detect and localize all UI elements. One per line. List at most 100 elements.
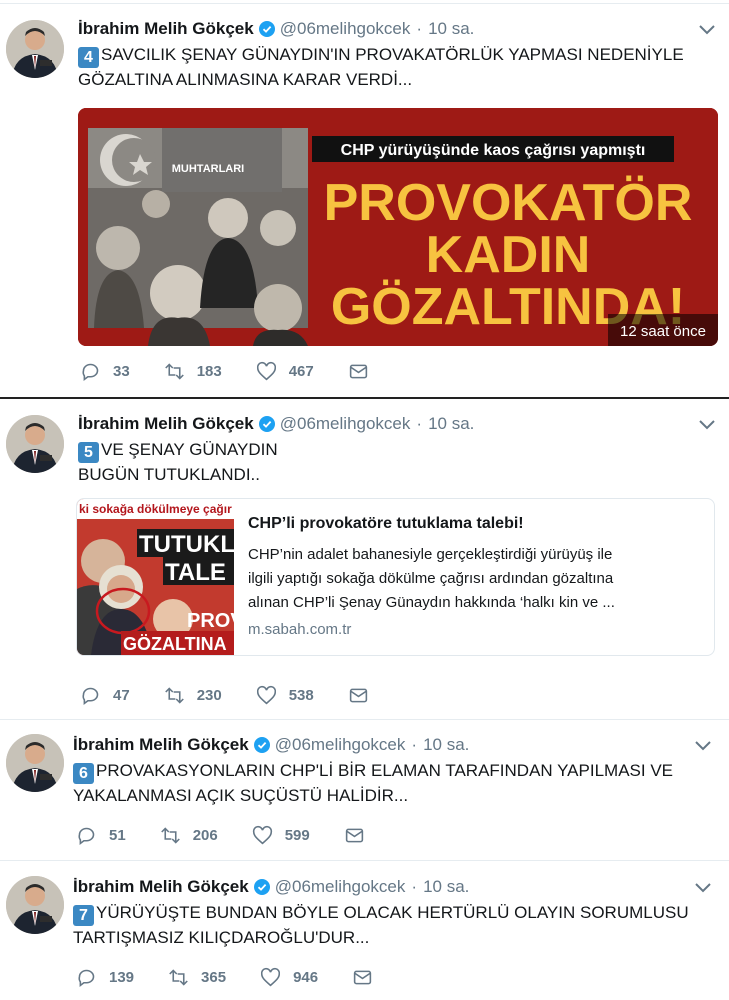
verified-icon	[258, 416, 275, 432]
like-icon	[256, 361, 276, 380]
author-name[interactable]: İbrahim Melih Gökçek	[73, 877, 249, 897]
retweet-button[interactable]: 365	[168, 967, 226, 988]
reply-icon	[78, 827, 95, 845]
verified-icon	[253, 737, 270, 753]
retweet-icon	[160, 826, 180, 844]
chevron-down-icon[interactable]	[699, 25, 715, 35]
like-count: 946	[293, 968, 319, 986]
dm-button[interactable]	[348, 685, 381, 706]
dm-icon	[353, 970, 372, 984]
reply-button[interactable]: 33	[80, 361, 130, 382]
dm-icon	[349, 364, 367, 378]
retweet-count: 206	[192, 826, 218, 844]
like-button[interactable]: 599	[252, 825, 310, 846]
thumb-text: TUTUKL	[139, 531, 234, 558]
timestamp[interactable]: 10 sa.	[423, 735, 469, 755]
media-headline-line: KADIN	[426, 226, 591, 284]
avatar[interactable]	[6, 876, 64, 934]
keycap-number: 5	[78, 442, 99, 463]
author-handle[interactable]: @06melihgokcek	[275, 735, 406, 755]
separator: ·	[416, 19, 423, 38]
like-button[interactable]: 538	[256, 685, 314, 706]
tweet-line: YAKALANMASI AÇIK SUÇÜSTÜ HALİDİR...	[73, 786, 409, 805]
tweet-line: GÖZALTINA ALINMASINA KARAR VERDİ...	[78, 70, 413, 89]
tweet-media[interactable]: CHP yürüyüşünde kaos çağrısı yapmıştı PR…	[78, 108, 718, 346]
author-handle[interactable]: @06melihgokcek	[280, 414, 411, 434]
author-name[interactable]: İbrahim Melih Gökçek	[73, 735, 249, 755]
tweet[interactable]: İbrahim Melih Gökçek @06melihgokcek · 10…	[0, 860, 729, 1000]
separator: ·	[411, 735, 418, 754]
tweet-line: YÜRÜYÜŞTE BUNDAN BÖYLE OLACAK HERTÜRLÜ O…	[96, 903, 689, 922]
reply-count: 51	[109, 826, 126, 844]
avatar-image	[6, 876, 64, 934]
media-headline-line: PROVOKATÖR	[324, 174, 693, 232]
chevron-down-icon[interactable]	[699, 420, 715, 430]
avatar-image	[6, 415, 64, 473]
tweet-text: 6 PROVAKASYONLARIN CHP'Lİ BİR ELAMAN TARA…	[73, 759, 673, 808]
retweet-count: 183	[196, 362, 222, 380]
link-card[interactable]: ki sokağa dökülmeye çağır TUTUKL TALE PR…	[76, 498, 715, 656]
tweet-text: 4 SAVCILIK ŞENAY GÜNAYDIN'IN PROVAKATÖRLÜ…	[78, 43, 684, 92]
keycap-number: 7	[73, 905, 94, 926]
thumb-text: PROV	[187, 610, 234, 632]
dm-button[interactable]	[352, 967, 385, 988]
tweet[interactable]: İbrahim Melih Gökçek @06melihgokcek · 10…	[0, 3, 729, 397]
link-card-description: ilgili yaptığı sokağa dökülme çağrısı ar…	[248, 570, 614, 587]
link-card-thumbnail: ki sokağa dökülmeye çağır TUTUKL TALE PR…	[77, 499, 234, 655]
tweet-actions: 139 365 946	[76, 965, 419, 989]
reply-button[interactable]: 139	[76, 967, 134, 988]
like-button[interactable]: 946	[260, 967, 318, 988]
like-icon	[252, 825, 272, 844]
dm-button[interactable]	[348, 361, 381, 382]
link-card-description: CHP’nin adalet bahanesiyle gerçekleştird…	[248, 546, 613, 563]
reply-button[interactable]: 47	[80, 685, 130, 706]
media-time-badge: 12 saat önce	[620, 323, 706, 340]
tweet-line: BUGÜN TUTUKLANDI..	[78, 465, 260, 484]
link-card-title: CHP’li provokatöre tutuklama talebi!	[248, 515, 524, 532]
timestamp[interactable]: 10 sa.	[423, 877, 469, 897]
media-image: CHP yürüyüşünde kaos çağrısı yapmıştı PR…	[78, 108, 718, 346]
reply-count: 139	[109, 968, 135, 986]
retweet-button[interactable]: 230	[164, 685, 222, 706]
tweet[interactable]: İbrahim Melih Gökçek @06melihgokcek · 10…	[0, 719, 729, 859]
timestamp[interactable]: 10 sa.	[428, 19, 474, 39]
link-card-domain: m.sabah.com.tr	[248, 621, 352, 638]
retweet-button[interactable]: 206	[160, 825, 218, 846]
tweet-header: İbrahim Melih Gökçek @06melihgokcek · 10…	[73, 875, 469, 899]
author-name[interactable]: İbrahim Melih Gökçek	[78, 414, 254, 434]
reply-button[interactable]: 51	[76, 825, 126, 846]
author-name[interactable]: İbrahim Melih Gökçek	[78, 19, 254, 39]
tweet-header: İbrahim Melih Gökçek @06melihgokcek · 10…	[78, 412, 474, 436]
keycap-number: 6	[73, 763, 94, 784]
tweet-line: VE ŞENAY GÜNAYDIN	[101, 440, 278, 459]
author-handle[interactable]: @06melihgokcek	[280, 19, 411, 39]
chevron-down-icon[interactable]	[695, 741, 711, 751]
retweet-button[interactable]: 183	[164, 361, 222, 382]
tweet-actions: 47 230 538	[80, 683, 415, 707]
reply-count: 33	[113, 362, 130, 380]
reply-icon	[78, 969, 95, 987]
tweet-text: 7 YÜRÜYÜŞTE BUNDAN BÖYLE OLACAK HERTÜRLÜ …	[73, 901, 689, 950]
tweet-actions: 51 206 599	[76, 823, 411, 847]
chevron-down-icon[interactable]	[695, 883, 711, 893]
tweet-actions: 33 183 467	[80, 359, 415, 383]
avatar-image	[6, 734, 64, 792]
media-banner-text: CHP yürüyüşünde kaos çağrısı yapmıştı	[341, 142, 646, 159]
keycap-number: 4	[78, 47, 99, 68]
retweet-count: 365	[201, 968, 227, 986]
reply-icon	[82, 687, 99, 705]
author-handle[interactable]: @06melihgokcek	[275, 877, 406, 897]
avatar[interactable]	[6, 415, 64, 473]
verified-icon	[253, 879, 270, 895]
avatar[interactable]	[6, 734, 64, 792]
reply-count: 47	[113, 686, 130, 704]
dm-button[interactable]	[344, 825, 377, 846]
thumb-text: TALE	[165, 559, 226, 586]
timestamp[interactable]: 10 sa.	[428, 414, 474, 434]
tweet-line: TARTIŞMASIZ KILIÇDAROĞLU'DUR...	[73, 928, 370, 947]
separator: ·	[411, 877, 418, 896]
avatar[interactable]	[6, 20, 64, 78]
like-button[interactable]: 467	[256, 361, 314, 382]
tweet-line: SAVCILIK ŞENAY GÜNAYDIN'IN PROVAKATÖRLÜK…	[101, 45, 684, 64]
link-card-description: alınan CHP’li Şenay Günaydın hakkında ‘h…	[248, 594, 615, 611]
